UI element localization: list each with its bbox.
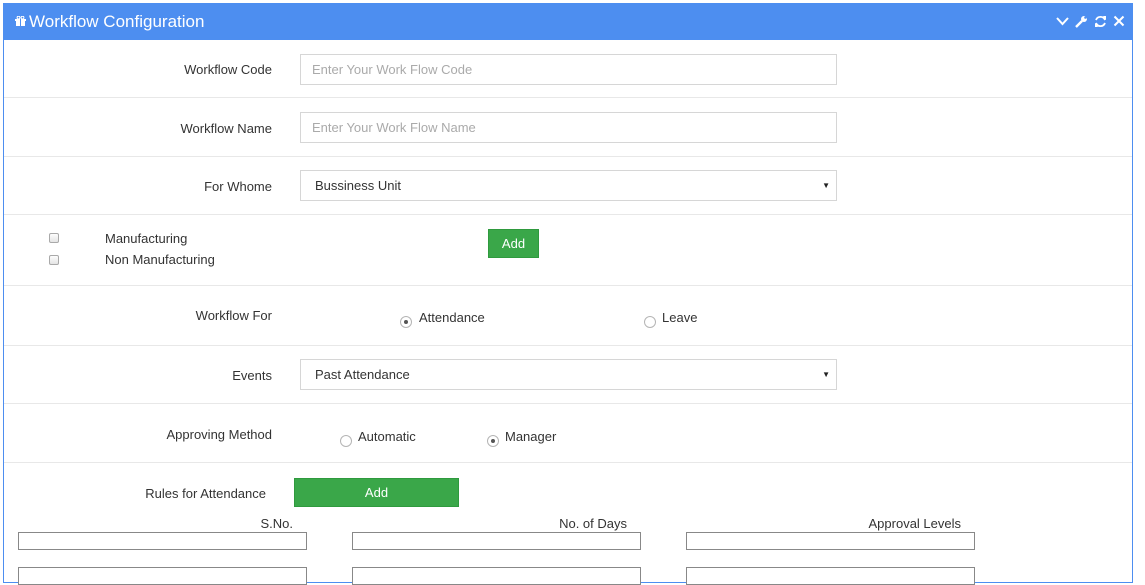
workflow-name-label: Workflow Name	[180, 121, 272, 136]
workflow-for-row: Workflow For Attendance Leave	[4, 286, 1132, 346]
automatic-label: Automatic	[358, 429, 416, 444]
sno-input[interactable]	[18, 532, 307, 550]
manager-label: Manager	[505, 429, 557, 444]
approving-method-label: Approving Method	[166, 427, 272, 442]
workflow-code-input[interactable]	[300, 54, 837, 85]
non-manufacturing-label: Non Manufacturing	[105, 252, 215, 267]
for-whome-row: For Whome Bussiness Unit ▼	[4, 157, 1132, 215]
manufacturing-label: Manufacturing	[105, 231, 188, 246]
leave-label: Leave	[662, 310, 698, 325]
collapse-icon[interactable]	[1055, 13, 1069, 29]
leave-radio[interactable]	[644, 316, 656, 328]
business-units-row: Manufacturing Non Manufacturing Add	[4, 215, 1132, 286]
sno-input[interactable]	[18, 567, 307, 585]
events-selected: Past Attendance	[315, 367, 410, 382]
add-unit-button[interactable]: Add	[488, 229, 539, 258]
manager-radio[interactable]	[487, 435, 499, 447]
no-of-days-input[interactable]	[352, 567, 641, 585]
dropdown-arrow-icon: ▼	[822, 181, 830, 190]
refresh-icon[interactable]	[1093, 13, 1107, 29]
events-row: Events Past Attendance ▼	[4, 346, 1132, 404]
sno-column-header: S.No.	[260, 516, 293, 531]
workflow-code-row: Workflow Code	[4, 40, 1132, 98]
no-of-days-input[interactable]	[352, 532, 641, 550]
workflow-code-label: Workflow Code	[184, 62, 272, 77]
no-of-days-column-header: No. of Days	[559, 516, 627, 531]
add-rule-button[interactable]: Add	[294, 478, 459, 507]
approval-levels-input[interactable]	[686, 567, 975, 585]
non-manufacturing-checkbox[interactable]	[49, 255, 59, 265]
attendance-radio[interactable]	[400, 316, 412, 328]
panel-title: Workflow Configuration	[29, 12, 205, 31]
manufacturing-checkbox[interactable]	[49, 233, 59, 243]
approval-levels-input[interactable]	[686, 532, 975, 550]
close-icon[interactable]	[1112, 13, 1126, 29]
workflow-name-input[interactable]	[300, 112, 837, 143]
workflow-for-label: Workflow For	[195, 308, 272, 323]
attendance-label: Attendance	[419, 310, 485, 325]
rules-for-attendance-label: Rules for Attendance	[145, 486, 266, 501]
for-whome-label: For Whome	[204, 179, 272, 194]
panel-header: Workflow Configuration	[4, 4, 1132, 40]
approval-levels-column-header: Approval Levels	[868, 516, 962, 531]
approving-method-row: Approving Method Automatic Manager	[4, 404, 1132, 463]
panel-tools	[1055, 13, 1126, 31]
for-whome-selected: Bussiness Unit	[315, 178, 401, 193]
gift-icon	[15, 16, 26, 26]
workflow-name-row: Workflow Name	[4, 98, 1132, 157]
workflow-configuration-panel: Workflow Configuration Workflow Code Wor…	[3, 3, 1133, 585]
wrench-icon[interactable]	[1074, 13, 1088, 29]
events-label: Events	[232, 368, 272, 383]
dropdown-arrow-icon: ▼	[822, 370, 830, 379]
events-select[interactable]: Past Attendance ▼	[300, 359, 837, 390]
automatic-radio[interactable]	[340, 435, 352, 447]
for-whome-select[interactable]: Bussiness Unit ▼	[300, 170, 837, 201]
